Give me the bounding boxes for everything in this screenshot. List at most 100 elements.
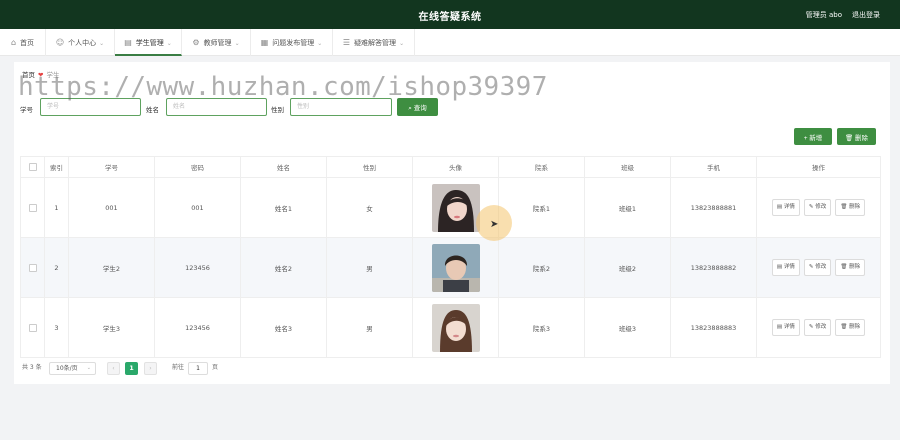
- next-page-button[interactable]: ›: [144, 362, 157, 375]
- col-header-index: 索引: [44, 156, 69, 178]
- bulk-delete-button[interactable]: 🗑︎ 删除: [837, 128, 876, 145]
- avatar: [431, 183, 480, 232]
- row-select-cell[interactable]: [20, 297, 45, 358]
- cell-xuehao: 学生2: [68, 237, 155, 298]
- building-icon: ▤: [124, 38, 132, 47]
- edit-button[interactable]: ✎ 修改: [803, 199, 832, 216]
- avatar: [431, 243, 480, 292]
- breadcrumb-current: 学生: [46, 71, 60, 79]
- cell-xuehao: 学生3: [68, 297, 155, 358]
- detail-label: 详情: [783, 204, 795, 210]
- top-header: 在线答疑系统 管理员 abo 退出登录: [0, 0, 900, 29]
- table-row: 2 学生2 123456 姓名2 男 院系2 班级2 13823888882 ▤…: [20, 237, 881, 298]
- col-header-dept: 院系: [498, 156, 585, 178]
- cell-dept: 院系1: [498, 177, 585, 238]
- detail-button[interactable]: ▤ 详情: [771, 319, 800, 336]
- student-table: 索引 学号 密码 姓名 性别 头像 院系 班级 手机 操作 1 001 001 …: [20, 156, 881, 358]
- cell-gender: 男: [326, 297, 413, 358]
- row-checkbox[interactable]: [28, 203, 37, 212]
- cell-class: 班级1: [584, 177, 671, 238]
- cell-class: 班级2: [584, 237, 671, 298]
- bulk-delete-label: 删除: [855, 134, 869, 142]
- xuehao-input[interactable]: [40, 98, 141, 116]
- search-button-label: 查询: [413, 104, 427, 112]
- nav-item-label: 问题发布管理: [272, 39, 315, 47]
- detail-icon: ▤: [776, 204, 784, 210]
- cell-xuehao: 001: [68, 177, 155, 238]
- nav-item-question-management[interactable]: ▦ 问题发布管理 ⌄: [251, 29, 333, 56]
- delete-button[interactable]: 🗑︎ 删除: [835, 199, 866, 216]
- col-header-name: 姓名: [240, 156, 327, 178]
- detail-button[interactable]: ▤ 详情: [771, 199, 800, 216]
- chevron-down-icon: ⌄: [399, 40, 405, 47]
- row-select-cell[interactable]: [20, 177, 45, 238]
- cell-index: 3: [44, 297, 69, 358]
- nav-item-label: 教师管理: [203, 39, 232, 47]
- cell-gender: 男: [326, 237, 413, 298]
- page-size-select[interactable]: 10条/页 ⌄: [49, 362, 96, 375]
- select-all-cell[interactable]: [20, 156, 45, 178]
- edit-button[interactable]: ✎ 修改: [803, 319, 832, 336]
- col-header-xuehao: 学号: [68, 156, 155, 178]
- breadcrumb-home[interactable]: 首页: [22, 71, 35, 79]
- logout-link[interactable]: 退出登录: [852, 10, 880, 20]
- col-header-avatar: 头像: [412, 156, 499, 178]
- detail-label: 详情: [783, 264, 795, 270]
- nav-item-personal-center[interactable]: ☺ 个人中心 ⌄: [46, 29, 115, 56]
- delete-button[interactable]: 🗑︎ 删除: [835, 259, 866, 276]
- name-input[interactable]: [166, 98, 267, 116]
- col-header-gender: 性别: [326, 156, 413, 178]
- page-unit-label: 页: [212, 364, 219, 371]
- edit-label: 修改: [815, 264, 827, 270]
- cell-gender: 女: [326, 177, 413, 238]
- nav-item-home[interactable]: ⌂ 首页: [0, 29, 46, 56]
- xuehao-label: 学号: [20, 106, 33, 114]
- nav-item-answer-management[interactable]: ☰ 疑难解答管理 ⌄: [333, 29, 415, 56]
- page-number-current[interactable]: 1: [125, 362, 138, 375]
- goto-page-input[interactable]: 1: [188, 362, 208, 375]
- trash-icon: 🗑︎: [840, 264, 850, 270]
- cell-password: 123456: [154, 237, 241, 298]
- nav-item-label: 首页: [20, 39, 35, 47]
- detail-button[interactable]: ▤ 详情: [771, 259, 800, 276]
- cell-actions: ▤ 详情 ✎ 修改 🗑︎ 删除: [756, 177, 881, 238]
- gear-icon: ⚙: [192, 38, 200, 47]
- doc-icon: ▦: [260, 38, 269, 47]
- nav-item-student-management[interactable]: ▤ 学生管理 ⌄: [115, 29, 182, 56]
- edit-button[interactable]: ✎ 修改: [803, 259, 832, 276]
- cell-actions: ▤ 详情 ✎ 修改 🗑︎ 删除: [756, 297, 881, 358]
- delete-label: 删除: [849, 204, 861, 210]
- delete-button[interactable]: 🗑︎ 删除: [835, 319, 866, 336]
- cell-avatar: [412, 237, 499, 298]
- add-button[interactable]: + 新增: [794, 128, 832, 145]
- cell-dept: 院系3: [498, 297, 585, 358]
- prev-page-button[interactable]: ‹: [107, 362, 120, 375]
- table-row: 3 学生3 123456 姓名3 男 院系3 班级3 13823888883 ▤…: [20, 297, 881, 358]
- cell-phone: 13823888883: [670, 297, 757, 358]
- select-all-checkbox[interactable]: [28, 163, 37, 171]
- row-checkbox[interactable]: [28, 323, 37, 332]
- page-size-value: 10条/页: [56, 365, 78, 372]
- pagination-total: 共 3 条: [22, 364, 42, 371]
- cell-password: 001: [154, 177, 241, 238]
- table-row: 1 001 001 姓名1 女 院系1 班级1 13823888881 ▤ 详情…: [20, 177, 881, 238]
- col-header-actions: 操作: [756, 156, 881, 178]
- heart-icon: ❤: [38, 71, 44, 79]
- cursor-icon: ➤: [490, 219, 499, 230]
- cell-avatar: [412, 297, 499, 358]
- cell-password: 123456: [154, 297, 241, 358]
- search-button[interactable]: ⌕ 查询: [397, 98, 438, 116]
- current-user: 管理员 abo: [805, 11, 842, 19]
- user-icon: ☺: [55, 38, 65, 47]
- nav-item-teacher-management[interactable]: ⚙ 教师管理 ⌄: [182, 29, 251, 56]
- row-checkbox[interactable]: [28, 263, 37, 272]
- list-icon: ☰: [342, 38, 351, 47]
- row-select-cell[interactable]: [20, 237, 45, 298]
- edit-label: 修改: [815, 324, 827, 330]
- trash-icon: 🗑︎: [840, 204, 850, 210]
- home-icon: ⌂: [10, 38, 17, 47]
- chevron-down-icon: ⌄: [234, 40, 240, 47]
- cell-phone: 13823888882: [670, 237, 757, 298]
- nav-item-label: 疑难解答管理: [354, 39, 397, 47]
- gender-input[interactable]: [290, 98, 392, 116]
